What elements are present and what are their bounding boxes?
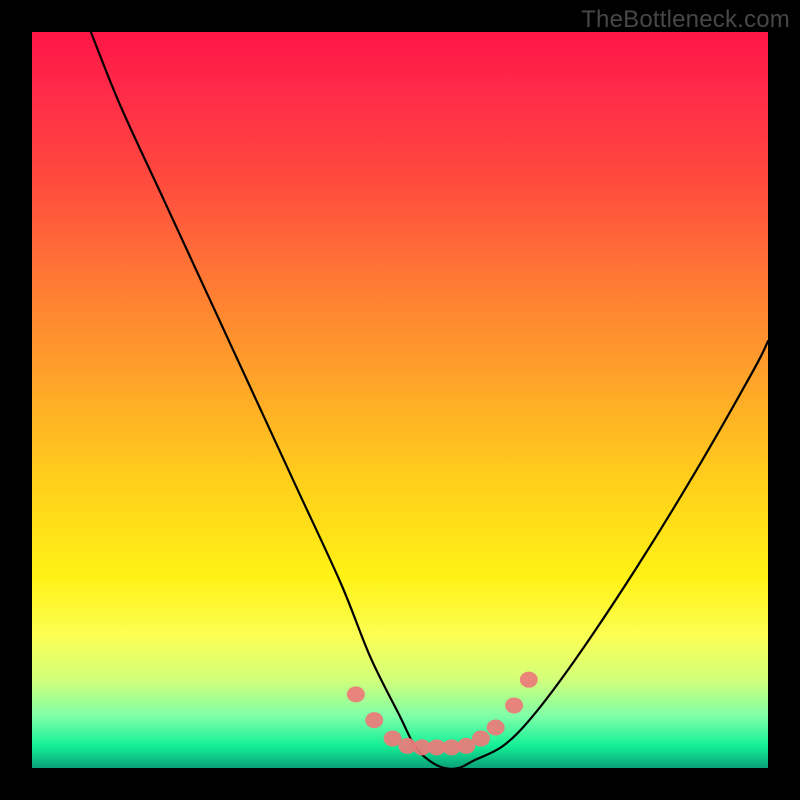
chart-frame: TheBottleneck.com	[0, 0, 800, 800]
curve-marker	[505, 697, 523, 713]
bottleneck-curve	[32, 32, 768, 768]
plot-area	[32, 32, 768, 768]
curve-marker	[520, 672, 538, 688]
curve-marker	[472, 731, 490, 747]
curve-marker	[347, 686, 365, 702]
curve-marker	[365, 712, 383, 728]
watermark-text: TheBottleneck.com	[581, 6, 790, 34]
curve-marker	[487, 720, 505, 736]
